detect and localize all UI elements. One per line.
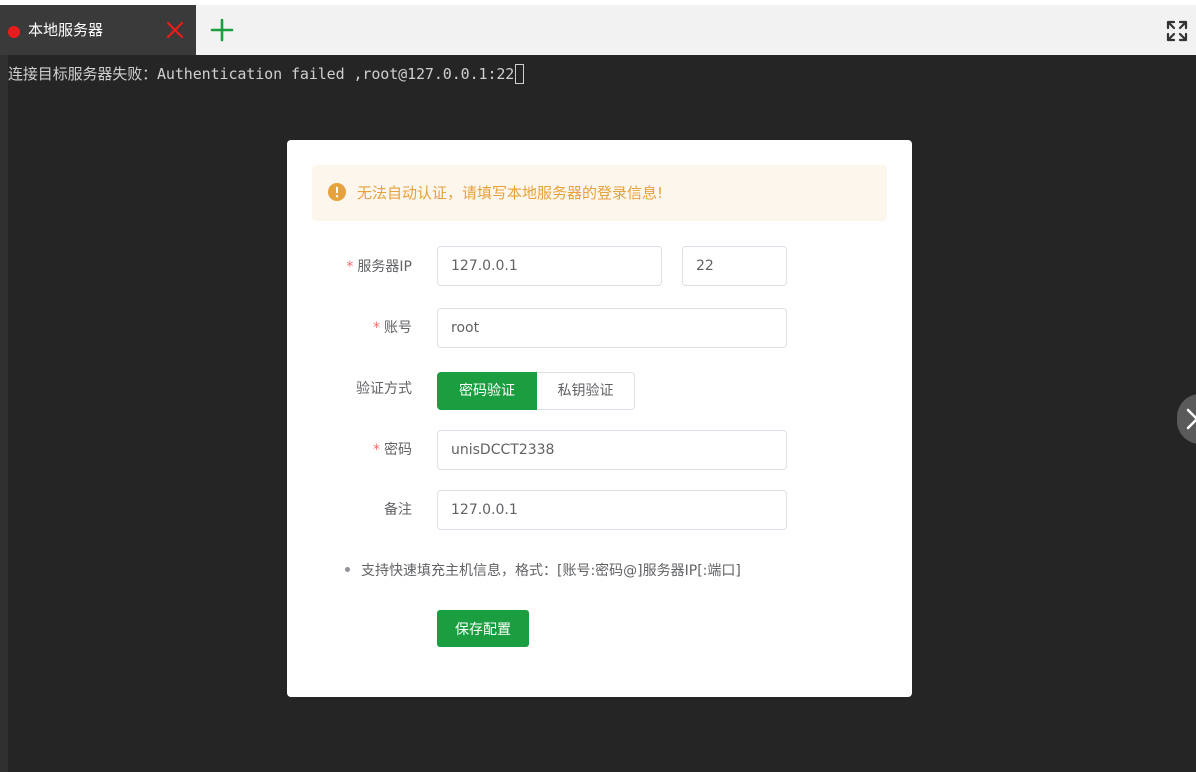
port-input[interactable]: [682, 246, 787, 286]
server-ip-input[interactable]: [437, 246, 662, 286]
warning-alert: 无法自动认证，请填写本地服务器的登录信息!: [312, 165, 887, 221]
bullet-dot: [345, 566, 350, 572]
password-label: * 密码: [373, 440, 412, 460]
auth-option-private-key[interactable]: 私钥验证: [537, 372, 635, 410]
remark-input[interactable]: [437, 490, 787, 530]
warning-icon: [328, 183, 346, 201]
tab-label: 本地服务器: [28, 21, 104, 39]
remark-label-text: 备注: [384, 502, 412, 518]
terminal-cursor: [515, 64, 525, 84]
terminal-text: 连接目标服务器失败：Authentication failed ,root@12…: [8, 65, 515, 83]
password-label-text: 密码: [384, 442, 412, 458]
required-mark: *: [373, 320, 380, 336]
remark-label: 备注: [384, 500, 412, 520]
auth-method-label: 验证方式: [356, 379, 412, 399]
quick-fill-tip-text: 支持快速填充主机信息，格式：[账号:密码@]服务器IP[:端口]: [361, 563, 741, 579]
save-config-button[interactable]: 保存配置: [437, 610, 529, 647]
account-label-text: 账号: [384, 320, 412, 336]
fullscreen-icon[interactable]: [1165, 19, 1189, 43]
required-mark: *: [346, 259, 354, 275]
chevron-right-icon: [1186, 408, 1196, 430]
terminal-output-line: 连接目标服务器失败：Authentication failed ,root@12…: [8, 64, 525, 84]
auth-option-password[interactable]: 密码验证: [437, 372, 537, 410]
password-input[interactable]: [437, 430, 787, 470]
connection-status-dot: [8, 26, 20, 38]
auth-method-label-text: 验证方式: [356, 381, 412, 397]
required-mark: *: [373, 442, 380, 458]
tab-local-server[interactable]: 本地服务器: [0, 5, 196, 55]
account-label: * 账号: [373, 318, 412, 338]
alert-message: 无法自动认证，请填写本地服务器的登录信息!: [357, 184, 664, 202]
account-input[interactable]: [437, 308, 787, 348]
plus-icon[interactable]: [209, 17, 235, 43]
server-ip-label: * 服务器IP: [346, 257, 412, 277]
quick-fill-tip: 支持快速填充主机信息，格式：[账号:密码@]服务器IP[:端口]: [345, 560, 741, 582]
side-panel-toggle[interactable]: [1177, 394, 1196, 444]
close-icon[interactable]: [164, 19, 186, 41]
server-ip-label-text: 服务器IP: [357, 259, 412, 275]
login-dialog: 无法自动认证，请填写本地服务器的登录信息! *服务器IP *账号 验证方式 密码…: [287, 140, 912, 697]
tab-bar: 本地服务器: [0, 5, 1196, 55]
terminal-gutter: [0, 55, 8, 772]
